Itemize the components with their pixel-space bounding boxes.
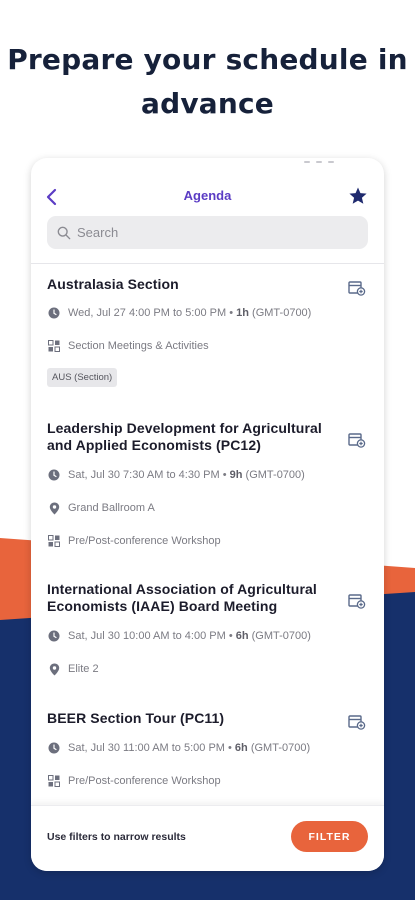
filter-footer: Use filters to narrow results FILTER: [31, 805, 384, 871]
search-bar[interactable]: [47, 216, 368, 249]
clock-icon: [48, 307, 60, 319]
session-time: Sat, Jul 30 11:00 AM to 5:00 PM • 6h (GM…: [47, 739, 368, 757]
clock-icon: [48, 742, 60, 754]
session-item[interactable]: Leadership Development for Agricultural …: [47, 420, 368, 550]
top-bar: Agenda: [31, 180, 384, 214]
calendar-add-icon: [348, 715, 366, 730]
category-icon: [48, 775, 60, 787]
search-input[interactable]: [77, 225, 337, 240]
location-pin-icon: [49, 502, 59, 514]
add-to-schedule-button[interactable]: [346, 278, 368, 298]
session-time: Sat, Jul 30 10:00 AM to 4:00 PM • 6h (GM…: [47, 627, 368, 645]
location-pin-icon: [49, 663, 59, 675]
calendar-add-icon: [348, 281, 366, 296]
category-icon: [48, 535, 60, 547]
session-time: Sat, Jul 30 7:30 AM to 4:30 PM • 9h (GMT…: [47, 466, 368, 484]
favorites-button[interactable]: [346, 184, 370, 208]
session-item[interactable]: BEER Section Tour (PC11) Sat, Jul 30 11:…: [47, 710, 368, 790]
session-type: Pre/Post-conference Workshop: [47, 772, 368, 790]
phone-screen: Agenda Australasia Section Wed, Jul: [31, 158, 384, 871]
clock-icon: [48, 469, 60, 481]
calendar-add-icon: [348, 594, 366, 609]
session-type: Pre/Post-conference Workshop: [47, 532, 368, 550]
session-time: Wed, Jul 27 4:00 PM to 5:00 PM • 1h (GMT…: [47, 304, 368, 322]
session-type: Section Meetings & Activities: [47, 337, 368, 355]
filter-hint: Use filters to narrow results: [47, 831, 186, 843]
add-to-schedule-button[interactable]: [346, 591, 368, 611]
page-title: Agenda: [183, 188, 232, 203]
divider: [31, 263, 384, 264]
filter-button[interactable]: FILTER: [291, 821, 368, 852]
search-icon: [57, 226, 71, 239]
session-title: Australasia Section: [47, 276, 179, 292]
session-location: Grand Ballroom A: [47, 499, 368, 517]
clock-icon: [48, 630, 60, 642]
calendar-add-icon: [348, 433, 366, 448]
status-indicator: [304, 161, 344, 165]
session-item[interactable]: Australasia Section Wed, Jul 27 4:00 PM …: [47, 276, 368, 387]
session-item[interactable]: International Association of Agricultura…: [47, 581, 368, 678]
session-title: International Association of Agricultura…: [47, 581, 317, 614]
session-location: Elite 2: [47, 660, 368, 678]
session-title: Leadership Development for Agricultural …: [47, 420, 322, 453]
headline: Prepare your schedule in advance: [7, 43, 408, 120]
category-icon: [48, 340, 60, 352]
add-to-schedule-button[interactable]: [346, 712, 368, 732]
session-title: BEER Section Tour (PC11): [47, 710, 225, 726]
star-icon: [349, 187, 367, 204]
add-to-schedule-button[interactable]: [346, 430, 368, 450]
section-tag[interactable]: AUS (Section): [47, 368, 118, 387]
